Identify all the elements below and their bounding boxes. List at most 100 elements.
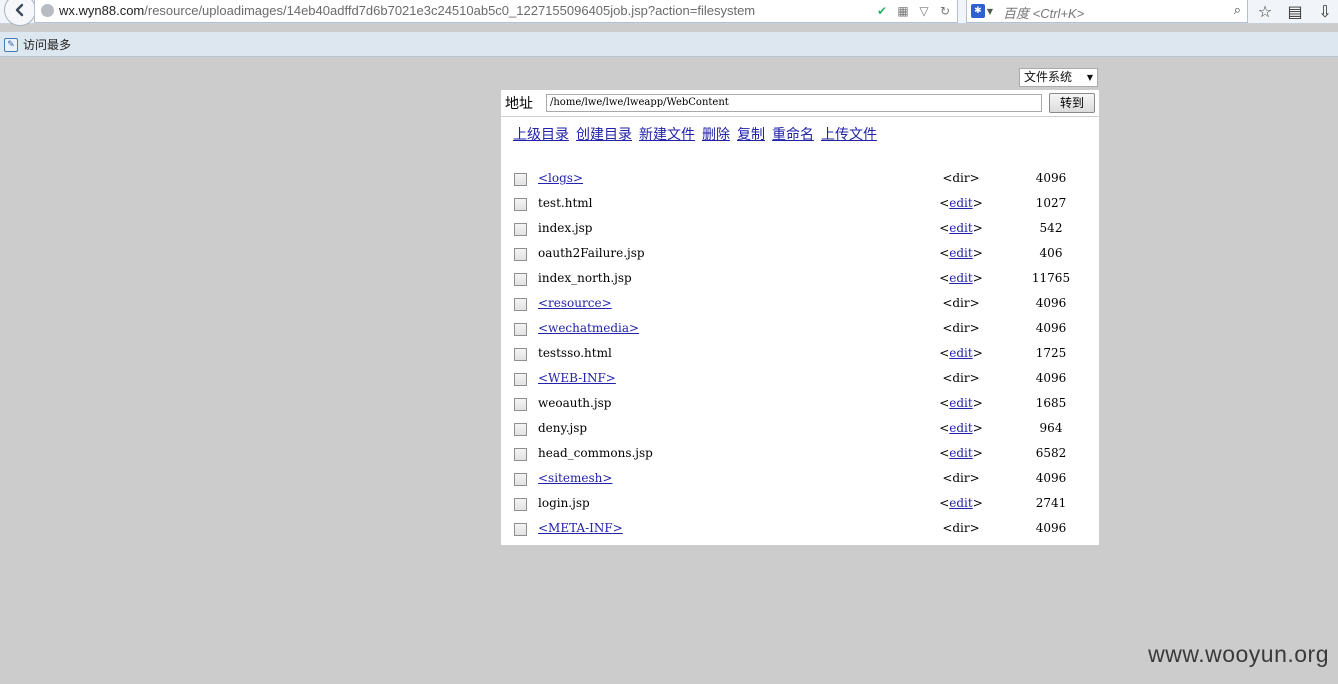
bracket-close: > (972, 421, 983, 435)
edit-link[interactable]: edit (949, 196, 972, 210)
parent-dir-link[interactable]: 上级目录 (513, 124, 569, 144)
file-row: <logs> <dir> 4096 (501, 167, 1099, 192)
file-manager-panel: 地址 /home/lwe/lwe/lweapp/WebContent 转到 上级… (501, 90, 1099, 545)
dir-link[interactable]: <wechatmedia> (538, 321, 639, 335)
new-file-link[interactable]: 新建文件 (639, 124, 695, 144)
bracket-open: < (939, 221, 950, 235)
bracket-close: > (972, 496, 983, 510)
file-checkbox[interactable] (514, 373, 527, 386)
search-input[interactable]: 百度 <Ctrl+K> (1003, 3, 1084, 22)
create-dir-link[interactable]: 创建目录 (576, 124, 632, 144)
file-type-cell: <dir> (921, 471, 1001, 485)
edit-link[interactable]: edit (949, 496, 972, 510)
edit-link[interactable]: edit (949, 396, 972, 410)
delete-link[interactable]: 删除 (702, 124, 730, 144)
bracket-open: < (939, 446, 950, 460)
url-bar[interactable]: wx.wyn88.com/resource/uploadimages/14eb4… (34, 0, 958, 23)
dir-label: <dir> (942, 521, 980, 535)
file-checkbox[interactable] (514, 523, 527, 536)
upload-file-link[interactable]: 上传文件 (821, 124, 877, 144)
file-type-cell: <edit> (921, 196, 1001, 210)
edit-link[interactable]: edit (949, 446, 972, 460)
file-size: 542 (1039, 221, 1063, 235)
file-type-cell: <edit> (921, 396, 1001, 410)
file-type-cell: <edit> (921, 446, 1001, 460)
file-row: <sitemesh> <dir> 4096 (501, 467, 1099, 492)
file-size: 1725 (1035, 346, 1067, 360)
file-size: 4096 (1035, 471, 1067, 485)
file-checkbox[interactable] (514, 248, 527, 261)
file-checkbox[interactable] (514, 498, 527, 511)
file-row: <resource> <dir> 4096 (501, 292, 1099, 317)
search-engine-selector[interactable]: ✱ ▼ (971, 3, 993, 19)
file-checkbox[interactable] (514, 448, 527, 461)
dir-label: <dir> (942, 171, 980, 185)
file-row: weoauth.jsp <edit> 1685 (501, 392, 1099, 417)
edit-link[interactable]: edit (949, 346, 972, 360)
dir-link[interactable]: <resource> (538, 296, 612, 310)
file-size: 4096 (1035, 321, 1067, 335)
file-type-cell: <dir> (921, 171, 1001, 185)
bookmark-label: 访问最多 (23, 38, 72, 52)
qr-code-icon[interactable]: ▦ (895, 3, 911, 19)
rename-link[interactable]: 重命名 (772, 124, 814, 144)
bookmark-star-icon[interactable]: ☆ (1256, 2, 1274, 21)
bookmark-most-visited[interactable]: ✎ 访问最多 (4, 36, 71, 53)
security-shield-icon[interactable]: ✔ (874, 3, 890, 19)
toolbar-right-icons: ☆ ▤ ⇩ (1256, 2, 1334, 21)
file-type-cell: <dir> (921, 371, 1001, 385)
edit-link[interactable]: edit (949, 221, 972, 235)
baidu-paw-icon: ✱ (971, 4, 985, 18)
file-checkbox[interactable] (514, 198, 527, 211)
file-type-cell: <edit> (921, 496, 1001, 510)
edit-link[interactable]: edit (949, 271, 972, 285)
dir-link[interactable]: <WEB-INF> (538, 371, 616, 385)
dir-link[interactable]: <sitemesh> (538, 471, 612, 485)
url-domain: wx.wyn88.com (59, 3, 145, 18)
file-name: index_north.jsp (538, 271, 632, 285)
mode-select[interactable]: 文件系统 ▼ (1019, 68, 1098, 87)
file-row: deny.jsp <edit> 964 (501, 417, 1099, 442)
reload-icon[interactable]: ↻ (937, 3, 953, 19)
action-links: 上级目录 创建目录 新建文件 删除 复制 重命名 上传文件 (513, 124, 877, 144)
bracket-open: < (939, 421, 950, 435)
file-name: head_commons.jsp (538, 446, 653, 460)
file-name: oauth2Failure.jsp (538, 246, 645, 260)
download-icon[interactable]: ⇩ (1316, 2, 1334, 21)
bracket-close: > (972, 396, 983, 410)
file-checkbox[interactable] (514, 323, 527, 336)
edit-link[interactable]: edit (949, 246, 972, 260)
bracket-close: > (972, 346, 983, 360)
file-checkbox[interactable] (514, 473, 527, 486)
file-size: 2741 (1035, 496, 1067, 510)
file-name: testsso.html (538, 346, 612, 360)
file-checkbox[interactable] (514, 348, 527, 361)
file-checkbox[interactable] (514, 273, 527, 286)
dir-label: <dir> (942, 471, 980, 485)
dir-link[interactable]: <META-INF> (538, 521, 623, 535)
file-checkbox[interactable] (514, 298, 527, 311)
file-size: 1027 (1035, 196, 1067, 210)
dropdown-arrow-icon[interactable]: ▽ (916, 3, 932, 19)
bracket-close: > (972, 271, 983, 285)
file-type-cell: <dir> (921, 296, 1001, 310)
back-button[interactable] (4, 0, 36, 26)
file-type-cell: <edit> (921, 221, 1001, 235)
file-checkbox[interactable] (514, 398, 527, 411)
url-text[interactable]: wx.wyn88.com/resource/uploadimages/14eb4… (59, 3, 755, 18)
search-magnifier-icon[interactable]: ⌕ (1234, 3, 1241, 18)
copy-link[interactable]: 复制 (737, 124, 765, 144)
edit-link[interactable]: edit (949, 421, 972, 435)
file-row: testsso.html <edit> 1725 (501, 342, 1099, 367)
search-bar[interactable]: ✱ ▼ 百度 <Ctrl+K> ⌕ (966, 0, 1248, 23)
file-checkbox[interactable] (514, 173, 527, 186)
file-checkbox[interactable] (514, 423, 527, 436)
address-input[interactable]: /home/lwe/lwe/lweapp/WebContent (546, 94, 1042, 112)
file-row: test.html <edit> 1027 (501, 192, 1099, 217)
go-button[interactable]: 转到 (1049, 93, 1095, 113)
file-checkbox[interactable] (514, 223, 527, 236)
dir-link[interactable]: <logs> (538, 171, 583, 185)
reading-list-icon[interactable]: ▤ (1286, 2, 1304, 21)
site-identity-icon[interactable] (41, 4, 54, 17)
file-row: index.jsp <edit> 542 (501, 217, 1099, 242)
